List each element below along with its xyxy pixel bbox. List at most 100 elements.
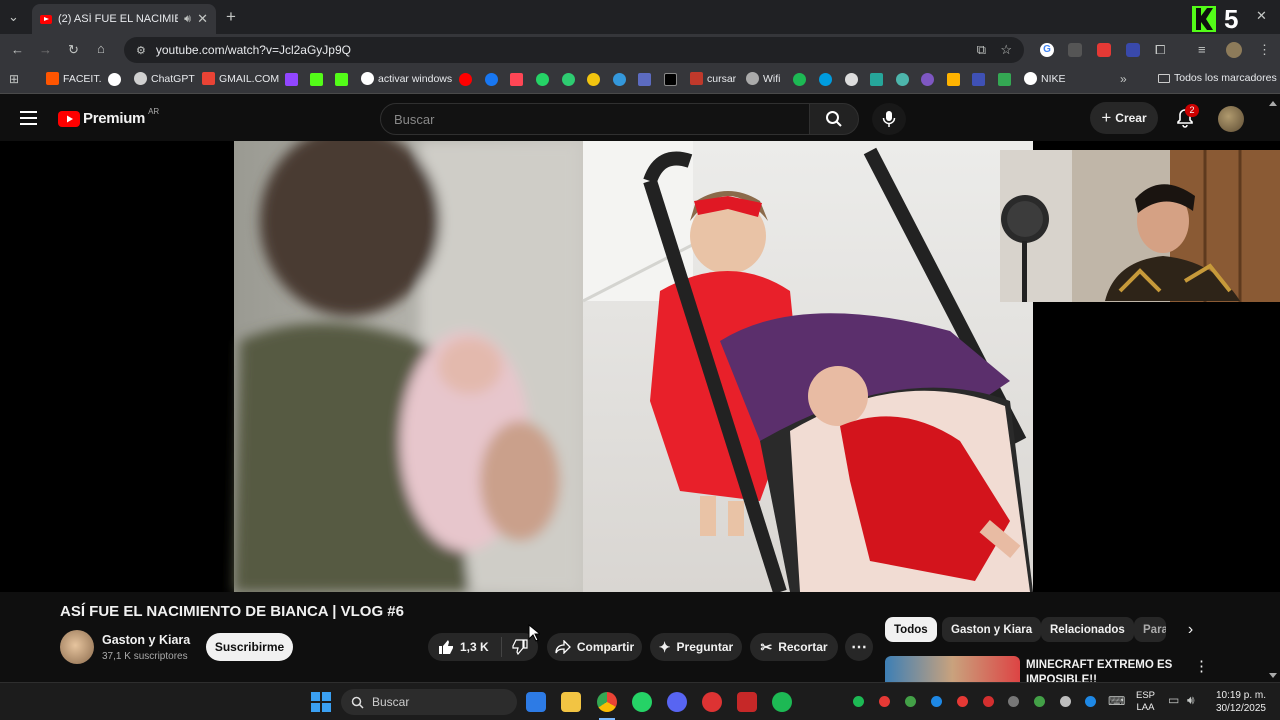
all-bookmarks-folder[interactable]: Todos los marcadores (1158, 72, 1277, 84)
tray-icon[interactable] (983, 696, 994, 707)
chrome-menu-icon[interactable]: ⋮ (1258, 42, 1271, 58)
scroll-up-arrow-icon[interactable] (1269, 101, 1277, 106)
store-icon[interactable] (526, 692, 546, 712)
scroll-down-arrow-icon[interactable] (1269, 673, 1277, 678)
recommended-thumbnail[interactable] (885, 656, 1020, 682)
active-tab[interactable]: (2) ASÍ FUE EL NACIMIENTO 🔊︎ ✕ (32, 4, 216, 34)
home-icon[interactable]: ⌂ (97, 41, 105, 56)
facebook-icon[interactable] (485, 73, 498, 86)
address-bar[interactable]: ⚙ youtube.com/watch?v=Jcl2aGyJp9Q ⧉ ☆ (124, 37, 1024, 63)
kick-icon[interactable] (310, 73, 323, 86)
bookmark-icon[interactable] (108, 73, 121, 86)
language-indicator[interactable]: ESP LAA (1136, 690, 1155, 714)
bookmark-icon[interactable] (972, 73, 985, 86)
voice-meeter-icon[interactable] (737, 692, 757, 712)
microphone-tray-icon[interactable] (1085, 696, 1096, 707)
bookmark-icon[interactable] (613, 73, 626, 86)
clip-button[interactable]: ✂ Recortar (750, 633, 838, 661)
google-drive-icon[interactable] (998, 73, 1011, 86)
steam-tray-icon[interactable] (1060, 696, 1071, 707)
adblock-extension-icon[interactable] (1097, 43, 1111, 57)
install-app-icon[interactable]: ⧉ (977, 42, 986, 58)
recommended-more-icon[interactable]: ⋮ (1194, 657, 1209, 675)
more-actions-button[interactable]: ⋯ (845, 633, 873, 661)
tray-icon[interactable] (1008, 696, 1019, 707)
chip-gaston-y-kiara[interactable]: Gaston y Kiara (942, 617, 1042, 642)
paypal-icon[interactable] (819, 73, 832, 86)
bookmark-icon[interactable] (587, 73, 600, 86)
bluetooth-tray-icon[interactable] (931, 696, 942, 707)
recommended-title[interactable]: MINECRAFT EXTREMO ES IMPOSIBLE!! (1026, 658, 1176, 682)
bookmark-cursar[interactable]: cursar (690, 72, 736, 85)
subscribe-button[interactable]: Suscribirme (206, 633, 293, 661)
notifications-button[interactable]: 2 (1176, 104, 1199, 133)
window-close-icon[interactable]: ✕ (1256, 8, 1267, 24)
tab-close-icon[interactable]: ✕ (197, 11, 208, 27)
bookmark-icon[interactable] (845, 73, 858, 86)
more-bookmarks-icon[interactable]: » (1120, 72, 1127, 86)
chrome-icon[interactable] (597, 692, 617, 712)
back-icon[interactable]: ← (11, 42, 24, 57)
profile-avatar[interactable] (1226, 42, 1242, 58)
windows-start-icon[interactable] (311, 692, 331, 712)
bookmark-star-icon[interactable]: ☆ (1000, 42, 1012, 58)
speaker-icon[interactable]: 🔊︎ (184, 13, 191, 26)
extension-icon[interactable] (1068, 43, 1082, 57)
channel-name[interactable]: Gaston y Kiara (102, 633, 190, 647)
like-button[interactable]: 1,3 K (438, 639, 489, 655)
spotify-icon[interactable] (793, 73, 806, 86)
valorant-icon[interactable] (510, 73, 523, 86)
tab-search-chevron-icon[interactable]: ⌄ (8, 9, 19, 25)
taskbar-search[interactable]: Buscar (341, 689, 517, 715)
keyboard-icon[interactable]: ⌨ (1108, 694, 1125, 708)
bookmark-icon[interactable] (896, 73, 909, 86)
kick-icon[interactable] (335, 73, 348, 86)
spotify-tray-icon[interactable] (853, 696, 864, 707)
bookmark-icon[interactable] (562, 73, 575, 86)
valorant-icon[interactable] (702, 692, 722, 712)
network-icon[interactable]: ▭ (1168, 693, 1179, 707)
whatsapp-icon[interactable] (632, 692, 652, 712)
thumbs-down-icon[interactable] (512, 639, 528, 655)
discord-icon[interactable] (667, 692, 687, 712)
youtube-icon[interactable] (459, 73, 472, 86)
extensions-puzzle-icon[interactable]: ⧠ (1155, 42, 1165, 58)
spotify-icon[interactable] (772, 692, 792, 712)
create-button[interactable]: + Crear (1090, 102, 1158, 134)
voice-search-button[interactable] (872, 103, 906, 135)
video-player[interactable] (0, 141, 1280, 592)
account-avatar[interactable] (1218, 106, 1244, 132)
tray-icon[interactable] (879, 696, 890, 707)
bookmark-chatgpt[interactable]: ChatGPT (134, 72, 195, 85)
bookmark-gmail[interactable]: GMAIL.COM (202, 72, 279, 85)
hamburger-menu-icon[interactable] (20, 111, 37, 125)
reload-icon[interactable]: ↻ (68, 42, 79, 58)
new-tab-icon[interactable]: + (226, 7, 236, 27)
google-extension-icon[interactable]: G (1040, 43, 1054, 57)
bookmark-icon[interactable] (947, 73, 960, 86)
bookmark-icon[interactable] (638, 73, 651, 86)
bookmark-icon[interactable] (870, 73, 883, 86)
valorant-tray-icon[interactable] (957, 696, 968, 707)
forward-icon[interactable]: → (39, 42, 52, 57)
search-button[interactable] (809, 103, 859, 135)
bookmark-faceit[interactable]: FACEIT. (46, 72, 102, 85)
file-explorer-icon[interactable] (561, 692, 581, 712)
bookmark-nike[interactable]: NIKE (1024, 72, 1066, 85)
chip-relacionados[interactable]: Relacionados (1041, 617, 1134, 642)
ask-button[interactable]: ✦ Preguntar (650, 633, 742, 661)
media-control-icon[interactable]: ≡ (1198, 42, 1206, 57)
voice-extension-icon[interactable] (1126, 43, 1140, 57)
apps-grid-icon[interactable]: ⊞ (9, 72, 19, 86)
chip-para[interactable]: Para (1134, 617, 1166, 642)
tray-icon[interactable] (1034, 696, 1045, 707)
bookmark-icon[interactable] (921, 73, 934, 86)
x-twitter-icon[interactable] (664, 73, 677, 86)
bookmark-wifi[interactable]: Wifi (746, 72, 781, 85)
search-input[interactable]: Buscar (380, 103, 810, 135)
share-button[interactable]: Compartir (547, 633, 642, 661)
bookmark-activar-windows[interactable]: activar windows (361, 72, 452, 85)
whatsapp-icon[interactable] (536, 73, 549, 86)
nvidia-tray-icon[interactable] (905, 696, 916, 707)
twitch-icon[interactable] (285, 73, 298, 86)
